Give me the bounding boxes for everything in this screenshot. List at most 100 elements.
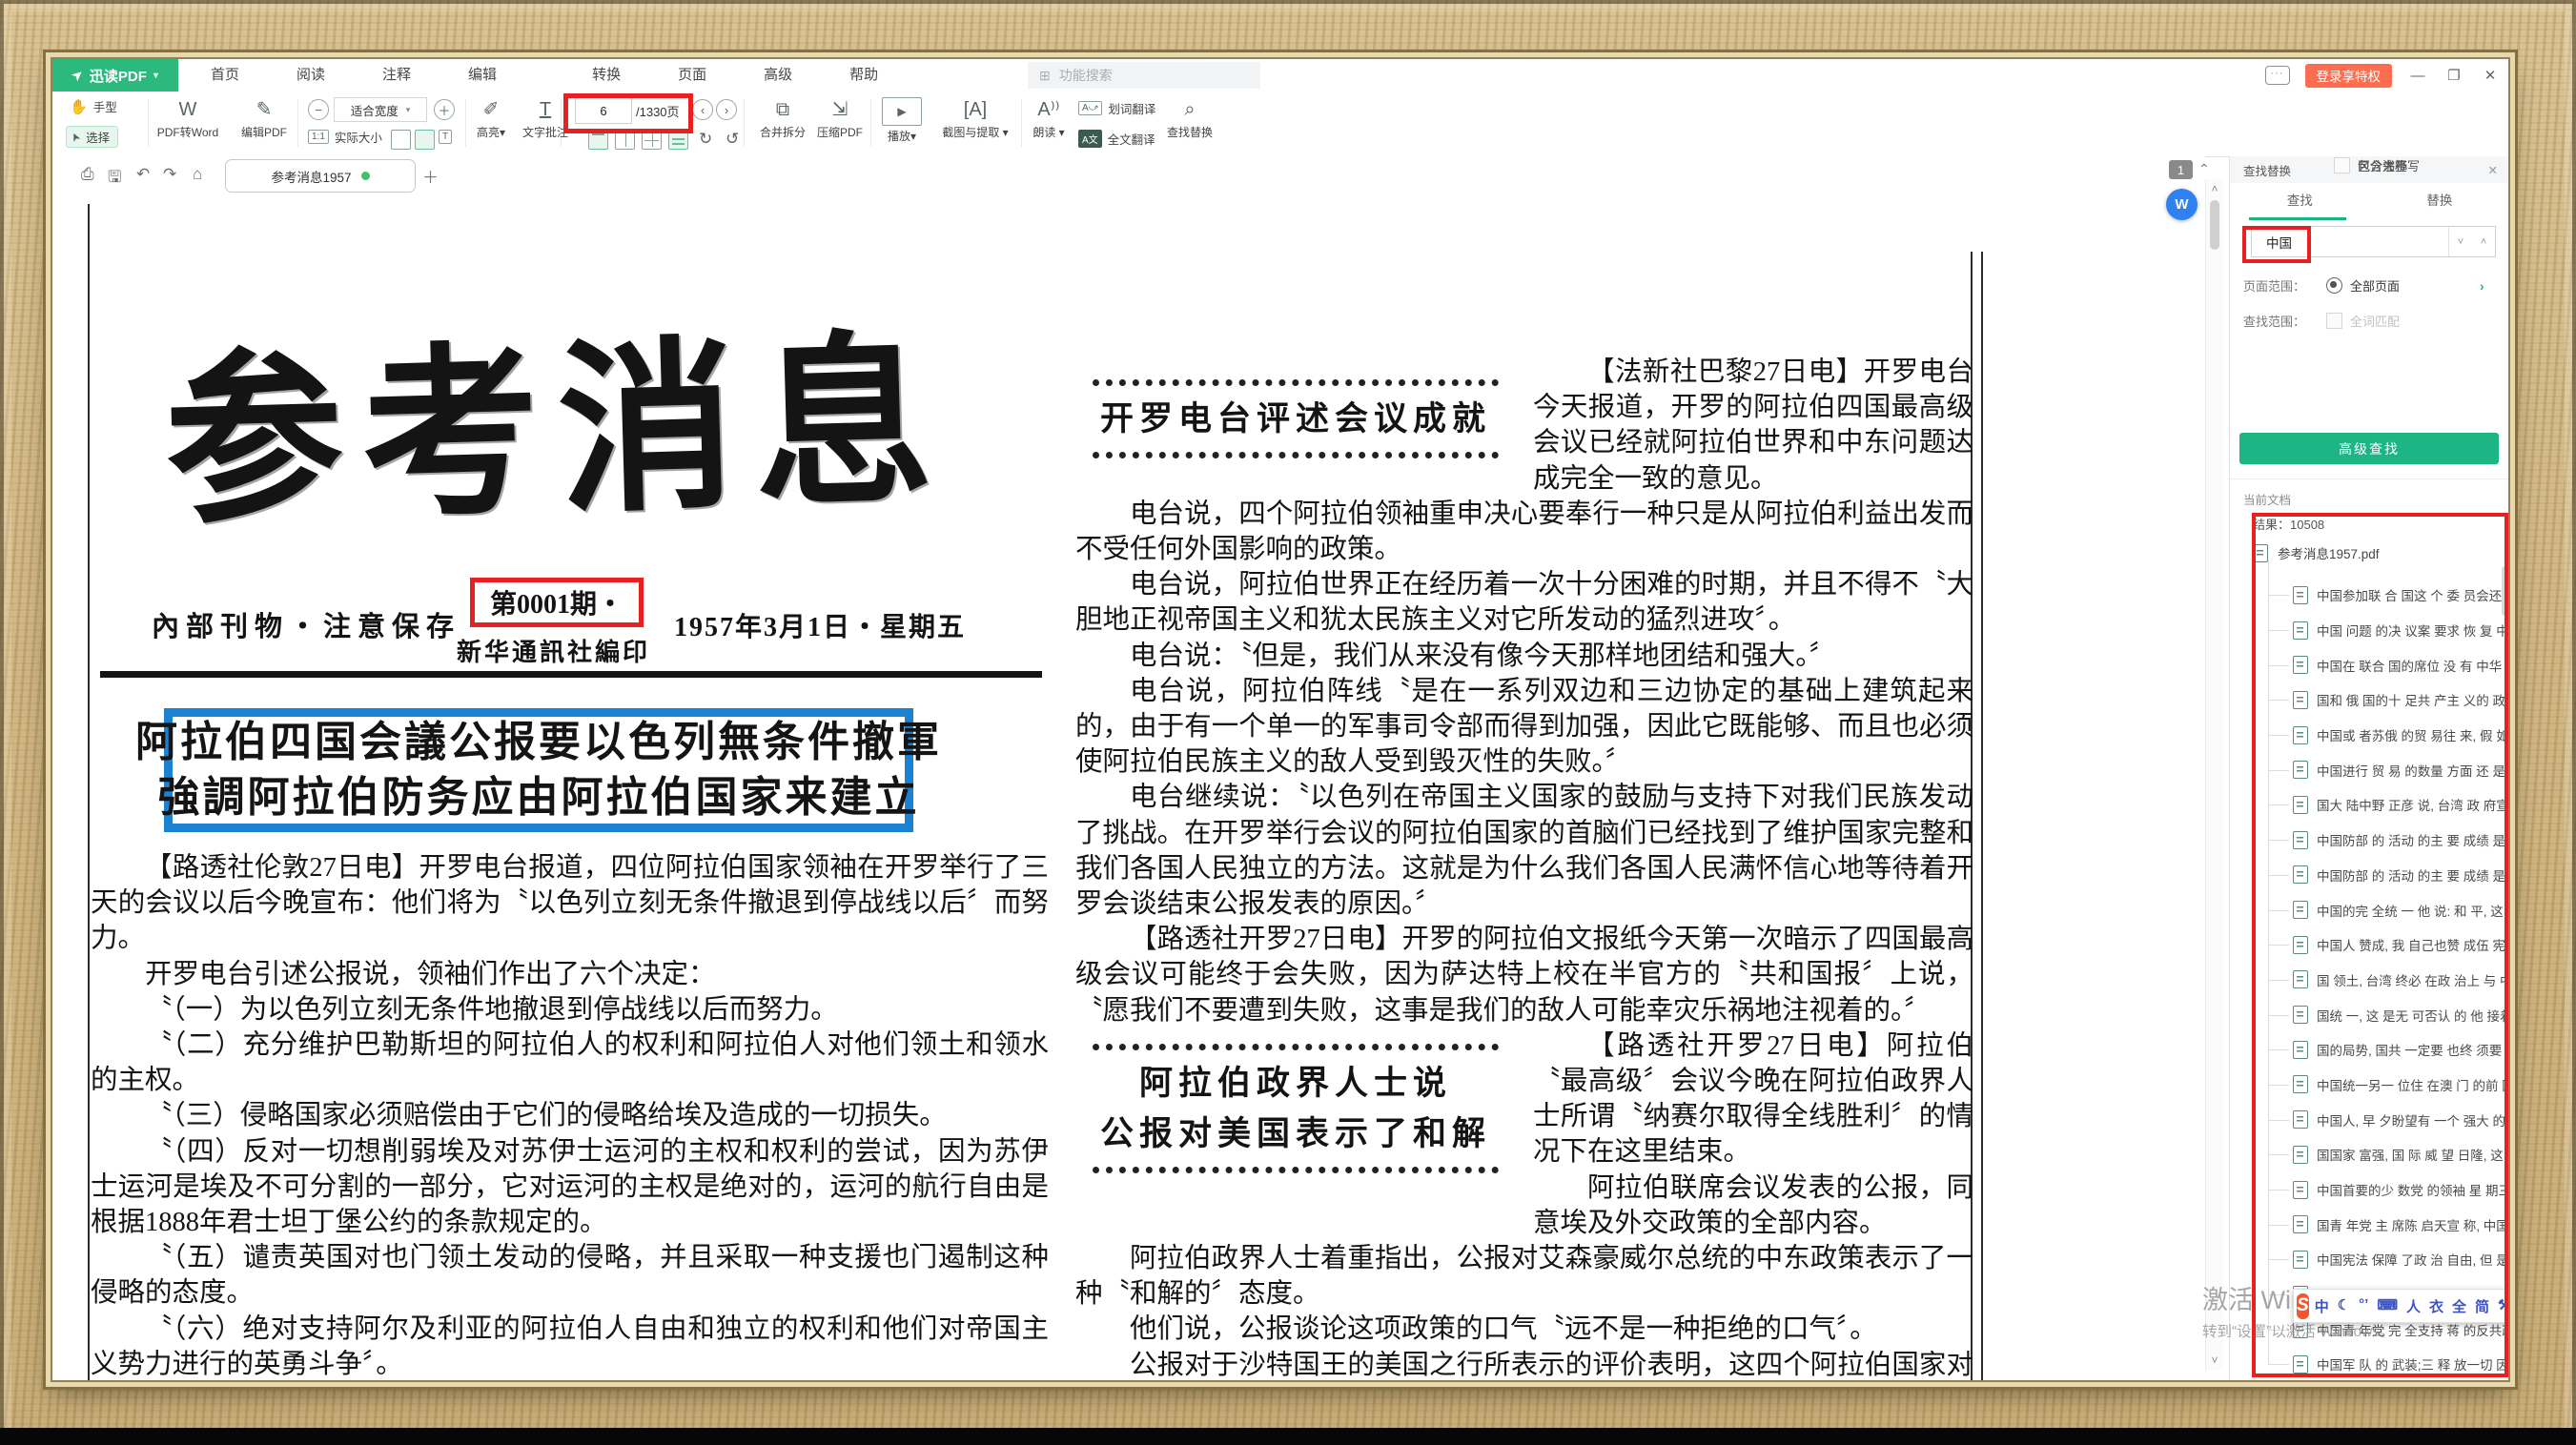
login-button[interactable]: 登录享特权 [2305, 64, 2393, 88]
scroll-down-icon[interactable]: ˅ [2206, 1353, 2223, 1367]
search-result-item[interactable]: 国的局势, 国共 一定要 也终 须要 和平 [2230, 1032, 2504, 1068]
maximize-button[interactable]: ❐ [2443, 67, 2464, 84]
search-result-item[interactable]: 国国家 富强, 国 际 威 望 日隆, 这 是 [2230, 1137, 2504, 1172]
search-result-item[interactable]: 中国在 联合 国的席位 没 有 中华 人 民 [2230, 647, 2504, 682]
panel-scrollbar-thumb[interactable] [2502, 566, 2507, 616]
search-result-item[interactable]: 中国进行 贸 易 的数量 方面 还 是 少 [2230, 752, 2504, 787]
sogou-ime-icon[interactable]: ⚒ [2498, 1296, 2508, 1316]
results-file-node[interactable]: 参考消息1957.pdf [2253, 543, 2380, 562]
search-next-icon[interactable]: ˅ [2449, 227, 2472, 256]
zoom-level-select[interactable]: 适合宽度 ▾ [334, 97, 427, 122]
sogou-ime-icon[interactable]: 衣 [2429, 1296, 2443, 1316]
word-translate-button[interactable]: A⤻ 划词翻译 [1078, 99, 1155, 117]
search-result-item[interactable]: 国青 年党 主 席陈 启天宣 称, 中国宪 [2230, 1207, 2504, 1242]
search-result-item[interactable]: 中国防部 的 活动 的主 要 成绩 是 加强 [2230, 858, 2504, 893]
undo-icon[interactable]: ↶ [136, 165, 150, 184]
sogou-ime-toolbar[interactable]: S 中☾°’⌨人衣全简⚒ [2293, 1289, 2508, 1323]
collapse-icon[interactable]: ⌃ [2198, 161, 2210, 177]
search-result-item[interactable]: 中国的完 全统 一 他 说: 和 平, 这 是 [2230, 892, 2504, 927]
search-prev-icon[interactable]: ˄ [2472, 227, 2495, 256]
app-logo-tab[interactable]: ➤ 迅读PDF ▾ [52, 59, 178, 92]
convert-to-word-float-button[interactable]: W [2166, 189, 2198, 220]
menu-tab[interactable]: 转换 [569, 59, 644, 92]
zoom-out-button[interactable]: − [308, 99, 329, 120]
menu-tab[interactable]: 页面 [655, 59, 729, 92]
panel-tab[interactable]: 替换 [2370, 185, 2509, 217]
merge-split-button[interactable]: ⧉ 合并拆分 [758, 97, 808, 140]
checkbox-icon[interactable] [2334, 157, 2350, 173]
hand-tool[interactable]: ✋ 手型 [70, 97, 117, 115]
menu-tab[interactable]: 首页 [188, 59, 262, 92]
fit-text-icon[interactable]: T [439, 130, 452, 144]
select-tool[interactable]: ➤ 选择 [66, 126, 118, 148]
edit-pdf-button[interactable]: ✎ 编辑PDF [234, 97, 295, 140]
menu-tab[interactable]: 帮助 [827, 59, 901, 92]
page-number-input[interactable]: 6 [575, 97, 632, 124]
fit-page-icon[interactable] [391, 130, 411, 150]
redo-icon[interactable]: ↷ [163, 165, 176, 184]
compress-pdf-button[interactable]: ⇲ 压缩PDF [815, 97, 865, 140]
feature-search-input[interactable]: ⊞ 功能搜索 [1028, 62, 1260, 89]
single-page-layout-icon[interactable] [588, 130, 608, 150]
rotate-cw-icon[interactable]: ↻ [699, 130, 712, 149]
continuous-layout-icon[interactable] [668, 130, 688, 150]
sogou-ime-icon[interactable]: ☾ [2338, 1296, 2350, 1316]
menu-tab[interactable]: 编辑 [445, 59, 520, 92]
search-result-item[interactable]: 中国统一另一 位住 在澳 门 的前 国民 [2230, 1068, 2504, 1103]
actual-size-button[interactable]: 1:1 实际大小 [308, 128, 382, 146]
find-replace-button[interactable]: ⌕ 查找替换 [1162, 97, 1217, 140]
document-scrollbar[interactable]: ˄ ˅ [2205, 179, 2223, 1371]
scrollbar-thumb[interactable] [2210, 200, 2219, 250]
sogou-ime-icon[interactable]: ⌨ [2377, 1296, 2398, 1316]
advanced-search-button[interactable]: 高级查找 [2239, 433, 2499, 464]
save-icon[interactable]: 🖫 [108, 165, 121, 193]
search-result-item[interactable]: 中国参加联 合 国这 个 委 员会还 要 求 [2230, 578, 2504, 613]
sogou-ime-icon[interactable]: 简 [2475, 1296, 2489, 1316]
next-page-button[interactable]: › [716, 99, 737, 120]
home-icon[interactable]: ⌂ [193, 165, 202, 184]
feedback-icon[interactable]: ··· [2265, 66, 2290, 85]
play-button[interactable]: ▶ 播放▾ [882, 97, 922, 144]
search-result-item[interactable]: 中国人 赞成, 我 自己也赞 成伍 宪 子 [2230, 927, 2504, 963]
search-result-item[interactable]: 国大 陆中野 正彦 说, 台湾 政 府宣 布 [2230, 787, 2504, 823]
search-result-item[interactable]: 中国人, 早 夕盼望有 一个 强大 的祖 国 [2230, 1102, 2504, 1137]
search-input[interactable]: 中国 ˅ ˄ [2251, 226, 2496, 257]
sogou-logo-icon[interactable]: S [2297, 1293, 2309, 1319]
grid-layout-icon[interactable] [642, 130, 662, 150]
sogou-ime-icon[interactable]: 中 [2315, 1296, 2329, 1316]
radio-selected-icon[interactable] [2326, 277, 2342, 294]
search-result-item[interactable]: 中国首要的少 数党 的领袖 星 期三 声 [2230, 1172, 2504, 1208]
checkbox-icon[interactable] [2326, 313, 2342, 329]
document-tab[interactable]: 参考消息1957 [225, 159, 416, 193]
sogou-ime-icon[interactable]: °’ [2359, 1296, 2368, 1316]
search-result-item[interactable]: 中国防部 的 活动 的主 要 成绩 是 加强 [2230, 823, 2504, 858]
menu-tab[interactable]: 高级 [741, 59, 815, 92]
search-result-item[interactable]: 国 领土, 台湾 终必 在政 治上 与 中 [2230, 963, 2504, 998]
search-result-item[interactable]: 中国或 者苏俄 的贸 易往 来, 假 如 同 [2230, 718, 2504, 753]
search-result-item[interactable]: 中国 问题 的决 议案 要求 恢 复 中国在 [2230, 613, 2504, 648]
menu-tab[interactable]: 阅读 [274, 59, 348, 92]
sogou-ime-icon[interactable]: 人 [2406, 1296, 2421, 1316]
menu-tab[interactable]: 注释 [359, 59, 434, 92]
panel-close-icon[interactable]: ✕ [2488, 163, 2498, 177]
search-result-item[interactable]: 国和 俄 国的十 足共 产主 义的 政 权 [2230, 682, 2504, 718]
fit-width-icon[interactable] [415, 130, 435, 150]
full-translate-button[interactable]: A文 全文翻译 [1078, 130, 1155, 148]
highlight-button[interactable]: ✐ 高亮▾ [469, 97, 513, 140]
panel-tab[interactable]: 查找 [2230, 185, 2370, 217]
add-tab-button[interactable]: ＋ [422, 164, 439, 188]
read-aloud-button[interactable]: A⁾⁾ 朗读 ▾ [1027, 97, 1071, 140]
pdf-to-word-button[interactable]: W PDF转Word [152, 97, 224, 140]
close-button[interactable]: ✕ [2480, 67, 2501, 84]
prev-page-button[interactable]: ‹ [692, 99, 713, 120]
search-result-item[interactable]: 国统 一, 这 是无 可否认 的 他 接着 说 [2230, 997, 2504, 1032]
zoom-in-button[interactable]: ＋ [434, 99, 455, 120]
snapshot-button[interactable]: [A] 截图与提取 ▾ [937, 97, 1013, 140]
scroll-up-icon[interactable]: ˄ [2206, 182, 2223, 195]
search-result-item[interactable]: 中国军 队 的 武装;三 释 放一切 因政治 [2230, 1347, 2504, 1380]
rotate-ccw-icon[interactable]: ↺ [726, 130, 739, 149]
page-range-expand-icon[interactable]: › [2480, 278, 2484, 294]
print-icon[interactable]: ⎙ [81, 165, 94, 184]
minimize-button[interactable]: — [2407, 68, 2428, 84]
checkbox-row[interactable]: 包含注释 [2243, 156, 2407, 174]
